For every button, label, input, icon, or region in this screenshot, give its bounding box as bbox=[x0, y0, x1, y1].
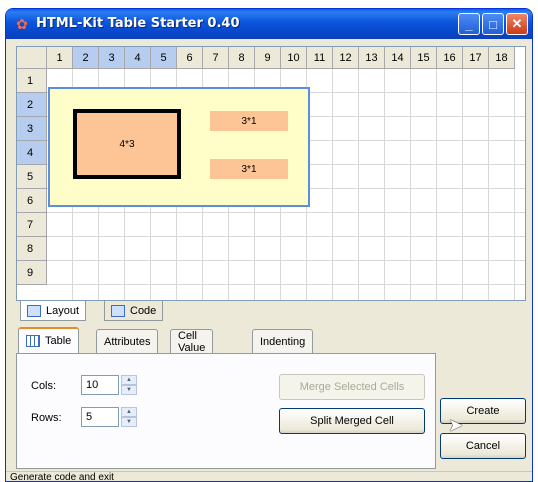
grid-corner bbox=[17, 47, 47, 69]
column-header[interactable]: 11 bbox=[307, 47, 333, 69]
tab-code[interactable]: Code bbox=[104, 301, 164, 321]
grid-line bbox=[47, 236, 525, 237]
row-header[interactable]: 5 bbox=[17, 165, 47, 189]
grid-line bbox=[514, 69, 515, 300]
row-header[interactable]: 1 bbox=[17, 69, 47, 93]
grid-line bbox=[410, 69, 411, 300]
cols-label: Cols: bbox=[31, 380, 57, 392]
maximize-button[interactable]: □ bbox=[482, 13, 504, 35]
tab-label: Table bbox=[45, 335, 72, 347]
layout-icon bbox=[27, 304, 41, 317]
rows-label: Rows: bbox=[31, 412, 62, 424]
cols-field[interactable] bbox=[81, 375, 119, 395]
column-header[interactable]: 13 bbox=[359, 47, 385, 69]
merge-cells-button[interactable]: Merge Selected Cells bbox=[279, 374, 425, 400]
column-header[interactable]: 7 bbox=[203, 47, 229, 69]
column-header[interactable]: 2 bbox=[73, 47, 99, 69]
rows-field[interactable] bbox=[81, 407, 119, 427]
minimize-icon: _ bbox=[465, 16, 473, 32]
tab-cell-value[interactable]: Cell Value bbox=[170, 329, 214, 354]
merged-cell-label: 4*3 bbox=[119, 138, 135, 150]
close-icon: ✕ bbox=[511, 16, 523, 31]
spin-down-icon[interactable]: ▼ bbox=[121, 417, 137, 427]
window-title: HTML-Kit Table Starter 0.40 bbox=[36, 16, 240, 31]
grid-line bbox=[47, 260, 525, 261]
column-header[interactable]: 16 bbox=[437, 47, 463, 69]
tab-label: Layout bbox=[46, 304, 80, 317]
table-properties-panel: Cols: ▲ ▼ Rows: ▲ ▼ Merge Selected Cells… bbox=[16, 353, 436, 469]
column-header[interactable]: 8 bbox=[229, 47, 255, 69]
table-layout-grid[interactable]: 9 8 7 6 5 4 3 2 1 18 17 16 15 14 13 12 11 10 9 8 7 6 5 4 3 2 1 4*3… bbox=[16, 46, 526, 301]
minimize-button[interactable]: _ bbox=[458, 13, 480, 35]
tab-table[interactable]: Table bbox=[18, 327, 80, 353]
row-header[interactable]: 6 bbox=[17, 189, 47, 213]
grid-line bbox=[436, 69, 437, 300]
merged-cell-label: 3*1 bbox=[241, 163, 257, 175]
grid-line bbox=[384, 69, 385, 300]
column-header[interactable]: 17 bbox=[463, 47, 489, 69]
column-header[interactable]: 1 bbox=[47, 47, 73, 69]
spin-up-icon[interactable]: ▲ bbox=[121, 407, 137, 417]
grid-line bbox=[488, 69, 489, 300]
tab-layout[interactable]: Layout bbox=[20, 301, 87, 321]
rows-stepper[interactable]: ▲ ▼ bbox=[121, 407, 137, 427]
cancel-button[interactable]: Cancel bbox=[440, 433, 526, 459]
row-header[interactable]: 3 bbox=[17, 117, 47, 141]
merged-cell[interactable]: 3*1 bbox=[210, 159, 288, 179]
column-header[interactable]: 6 bbox=[177, 47, 203, 69]
row-header[interactable]: 8 bbox=[17, 237, 47, 261]
tab-attributes[interactable]: Attributes bbox=[96, 329, 159, 353]
tab-label: Cell Value bbox=[178, 329, 206, 354]
row-header[interactable]: 9 bbox=[17, 261, 47, 285]
merged-cell[interactable]: 3*1 bbox=[210, 111, 288, 131]
column-header[interactable]: 15 bbox=[411, 47, 437, 69]
tab-label: Indenting bbox=[260, 335, 306, 348]
column-header[interactable]: 4 bbox=[125, 47, 151, 69]
grid-line bbox=[47, 212, 525, 213]
grid-line bbox=[358, 69, 359, 300]
tab-label: Code bbox=[130, 304, 157, 317]
row-header[interactable]: 2 bbox=[17, 93, 47, 117]
spin-up-icon[interactable]: ▲ bbox=[121, 375, 137, 385]
app-icon: ✿ bbox=[16, 15, 28, 32]
column-header[interactable]: 9 bbox=[255, 47, 281, 69]
tab-label: Attributes bbox=[104, 335, 151, 348]
mouse-cursor-icon: ➤ bbox=[448, 415, 464, 435]
merged-cell[interactable]: 4*3 bbox=[73, 109, 181, 179]
app-window: ✿ HTML-Kit Table Starter 0.40 _ □ ✕ 9876… bbox=[5, 8, 533, 482]
split-cell-button[interactable]: Split Merged Cell bbox=[279, 408, 425, 434]
table-icon bbox=[26, 335, 40, 347]
column-header[interactable]: 10 bbox=[281, 47, 307, 69]
column-header[interactable]: 12 bbox=[333, 47, 359, 69]
row-header[interactable]: 7 bbox=[17, 213, 47, 237]
cols-stepper[interactable]: ▲ ▼ bbox=[121, 375, 137, 395]
title-bar[interactable]: ✿ HTML-Kit Table Starter 0.40 _ □ ✕ bbox=[6, 9, 532, 39]
grid-line bbox=[462, 69, 463, 300]
column-header[interactable]: 3 bbox=[99, 47, 125, 69]
column-header[interactable]: 18 bbox=[489, 47, 515, 69]
tab-indenting[interactable]: Indenting bbox=[252, 329, 314, 353]
maximize-icon: □ bbox=[489, 16, 497, 32]
column-header[interactable]: 5 bbox=[151, 47, 177, 69]
row-header[interactable]: 4 bbox=[17, 141, 47, 165]
grid-line bbox=[332, 69, 333, 300]
status-bar: Generate code and exit bbox=[6, 471, 532, 481]
column-header[interactable]: 14 bbox=[385, 47, 411, 69]
grid-line bbox=[47, 284, 525, 285]
spin-down-icon[interactable]: ▼ bbox=[121, 385, 137, 395]
merged-cell-label: 3*1 bbox=[241, 115, 257, 127]
code-icon bbox=[111, 304, 125, 317]
close-button[interactable]: ✕ bbox=[506, 13, 528, 35]
